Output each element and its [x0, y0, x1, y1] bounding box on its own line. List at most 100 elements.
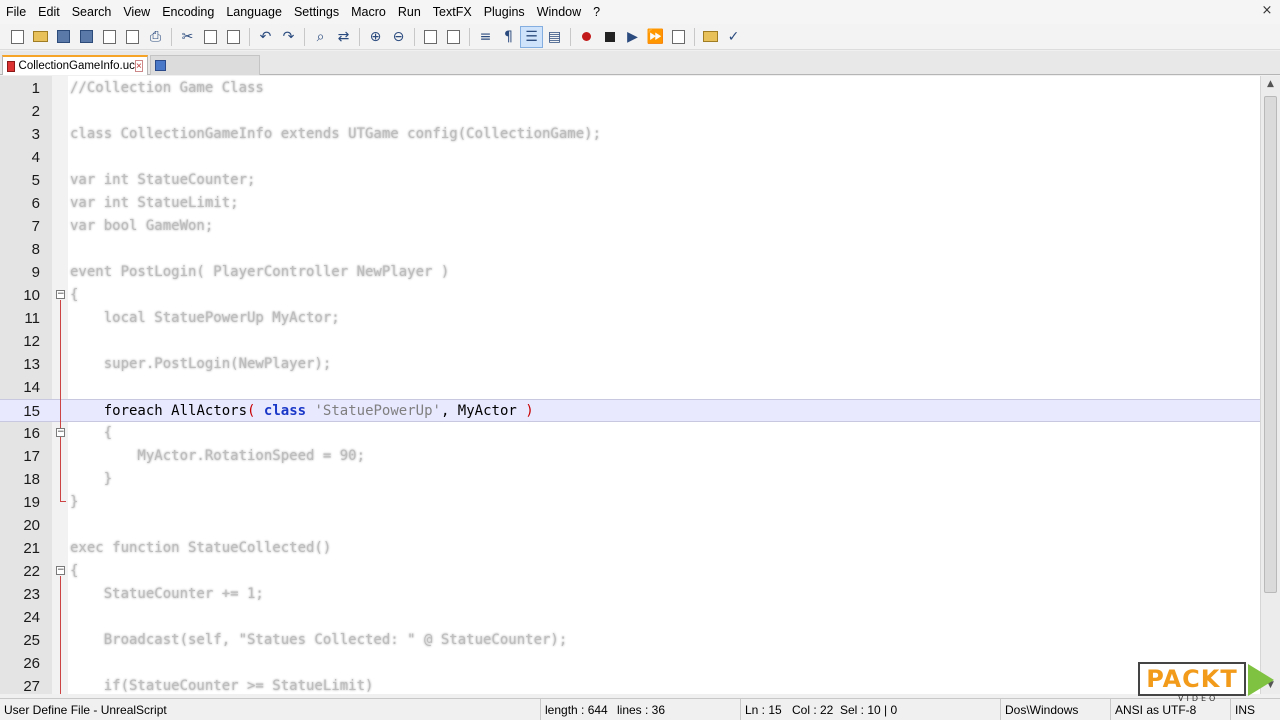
run-macro-multiple-button[interactable]: ⏩ [644, 26, 667, 48]
line-number: 5 [31, 172, 40, 189]
code-text: //Collection Game Class [70, 80, 264, 96]
line-number: 16 [23, 425, 40, 442]
close-all-button[interactable] [121, 26, 144, 48]
show-all-chars-button[interactable]: ¶ [497, 26, 520, 48]
code-line[interactable]: 8 [0, 238, 1260, 261]
menu-settings[interactable]: Settings [288, 0, 345, 24]
code-line[interactable]: 1 //Collection Game Class [0, 77, 1260, 100]
menu-macro[interactable]: Macro [345, 0, 392, 24]
fold-range-line [60, 300, 61, 501]
line-number: 13 [23, 356, 40, 373]
paste-button[interactable] [222, 26, 245, 48]
menu-window[interactable]: Window [531, 0, 587, 24]
plugin-button[interactable] [699, 26, 722, 48]
code-line[interactable]: 17 MyActor.RotationSpeed = 90; [0, 445, 1260, 468]
code-line[interactable]: 2 [0, 100, 1260, 123]
fold-toggle-icon[interactable]: − [56, 428, 65, 437]
code-line[interactable]: 26 [0, 652, 1260, 675]
code-line[interactable]: 27 if(StatueCounter >= StatueLimit) [0, 675, 1260, 694]
code-line[interactable]: 24 [0, 606, 1260, 629]
menu-run[interactable]: Run [392, 0, 427, 24]
replace-icon: ⇄ [337, 28, 350, 45]
code-line[interactable]: 10 { [0, 284, 1260, 307]
menu-plugins[interactable]: Plugins [478, 0, 531, 24]
tab-collectiongameinfo[interactable]: CollectionGameInfo.uc × [2, 55, 148, 75]
line-number: 22 [23, 563, 40, 580]
status-eol-format: Dos\Windows [1000, 699, 1110, 720]
status-selection: Sel : 10 | 0 [840, 703, 898, 717]
paren-close: ) [525, 403, 534, 419]
fold-toggle-icon[interactable]: − [56, 290, 65, 299]
redo-button[interactable]: ↷ [277, 26, 300, 48]
code-line[interactable]: 7 var bool GameWon; [0, 215, 1260, 238]
user-language-button[interactable]: ▤ [543, 26, 566, 48]
fold-toggle-icon[interactable]: − [56, 566, 65, 575]
record-macro-button[interactable] [575, 26, 598, 48]
print-button[interactable]: ⎙ [144, 26, 167, 48]
zoom-in-button[interactable]: ⊕ [364, 26, 387, 48]
vertical-scrollbar[interactable]: ▲ ▼ [1260, 76, 1280, 694]
menu-help[interactable]: ? [587, 0, 606, 24]
play-macro-button[interactable]: ▶ [621, 26, 644, 48]
toolbar-separator [469, 27, 470, 46]
code-line[interactable]: 15 foreach AllActors( class 'StatuePower… [0, 399, 1260, 422]
code-line[interactable]: 23 StatueCounter += 1; [0, 583, 1260, 606]
sync-vertical-button[interactable] [419, 26, 442, 48]
scrollbar-thumb[interactable] [1264, 96, 1277, 593]
close-button[interactable] [98, 26, 121, 48]
menu-edit[interactable]: Edit [32, 0, 66, 24]
cut-button[interactable]: ✂ [176, 26, 199, 48]
code-line[interactable]: 25 Broadcast(self, "Statues Collected: "… [0, 629, 1260, 652]
copy-button[interactable] [199, 26, 222, 48]
menu-view[interactable]: View [117, 0, 156, 24]
save-macro-button[interactable] [667, 26, 690, 48]
zoom-out-button[interactable]: ⊖ [387, 26, 410, 48]
code-line[interactable]: 20 [0, 514, 1260, 537]
close-document-icon[interactable]: × [1260, 4, 1274, 18]
code-line[interactable]: 18 } [0, 468, 1260, 491]
replace-button[interactable]: ⇄ [332, 26, 355, 48]
code-line[interactable]: 21 exec function StatueCollected() [0, 537, 1260, 560]
save-button[interactable] [52, 26, 75, 48]
stop-macro-button[interactable] [598, 26, 621, 48]
kw-foreach: foreach [103, 403, 163, 419]
toolbar-separator [694, 27, 695, 46]
sync-horizontal-button[interactable] [442, 26, 465, 48]
code-line[interactable]: 11 local StatuePowerUp MyActor; [0, 307, 1260, 330]
tab-close-icon[interactable]: × [134, 60, 143, 72]
new-file-button[interactable] [6, 26, 29, 48]
code-text: } [70, 494, 79, 510]
new-file-icon [11, 29, 24, 44]
code-text: foreach AllActors( class 'StatuePowerUp'… [70, 400, 534, 423]
code-line[interactable]: 22 { [0, 560, 1260, 583]
save-all-button[interactable] [75, 26, 98, 48]
code-line[interactable]: 4 [0, 146, 1260, 169]
tab-second-file[interactable] [150, 55, 260, 75]
menu-search[interactable]: Search [66, 0, 118, 24]
undo-button[interactable]: ↶ [254, 26, 277, 48]
code-line[interactable]: 19} [0, 491, 1260, 514]
stop-icon [604, 31, 615, 42]
indent-guide-button[interactable]: ☰ [520, 25, 543, 48]
line-number: 18 [23, 471, 40, 488]
code-line[interactable]: 12 [0, 330, 1260, 353]
code-line[interactable]: 3 class CollectionGameInfo extends UTGame… [0, 123, 1260, 146]
menu-file[interactable]: File [0, 0, 32, 24]
menu-encoding[interactable]: Encoding [156, 0, 220, 24]
menu-textfx[interactable]: TextFX [427, 0, 478, 24]
spell-check-button[interactable]: ✓ [722, 26, 745, 48]
code-line[interactable]: 6 var int StatueLimit; [0, 192, 1260, 215]
scroll-up-icon[interactable]: ▲ [1261, 76, 1280, 93]
find-button[interactable]: ⌕ [309, 26, 332, 48]
status-column: Col : 22 [792, 703, 834, 717]
code-line[interactable]: 9 event PostLogin( PlayerController NewPl… [0, 261, 1260, 284]
menu-language[interactable]: Language [220, 0, 288, 24]
code-line[interactable]: 13 super.PostLogin(NewPlayer); [0, 353, 1260, 376]
word-wrap-button[interactable]: ≡ [474, 26, 497, 48]
code-line[interactable]: 14 [0, 376, 1260, 399]
open-file-button[interactable] [29, 26, 52, 48]
code-line[interactable]: 16 { [0, 422, 1260, 445]
code-editor[interactable]: 1//Collection Game Class 2 3 class Collecti… [0, 76, 1260, 694]
sync-vertical-icon [424, 29, 437, 44]
code-line[interactable]: 5 var int StatueCounter; [0, 169, 1260, 192]
